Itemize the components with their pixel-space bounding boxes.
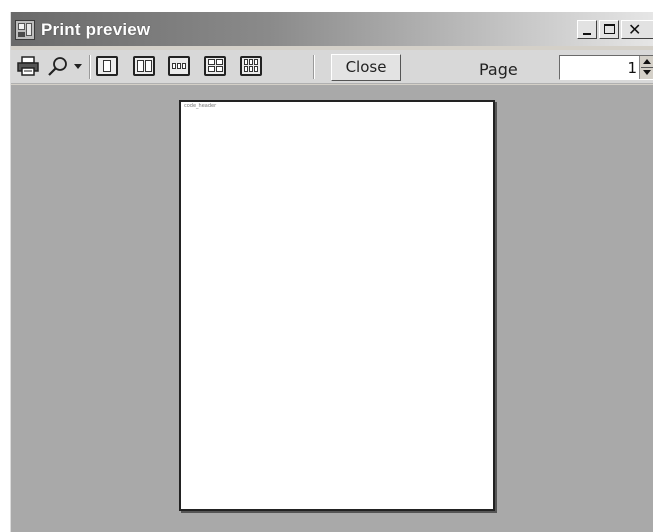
three-pages-button[interactable]: [168, 56, 190, 76]
page-header-text: code_header: [184, 103, 217, 109]
four-pages-button[interactable]: [204, 56, 226, 76]
app-print-preview-icon[interactable]: [15, 20, 35, 40]
print-preview-window: Print preview ✕ Close Page 1 code_header: [10, 12, 653, 532]
two-pages-button[interactable]: [133, 56, 155, 76]
minimize-icon: [583, 33, 591, 35]
preview-area[interactable]: code_header: [11, 85, 653, 532]
toolbar-separator: [89, 55, 91, 79]
preview-page: code_header: [179, 100, 495, 511]
spin-up-icon[interactable]: [643, 59, 651, 64]
one-page-button[interactable]: [96, 56, 118, 76]
close-button[interactable]: Close: [331, 54, 401, 81]
zoom-dropdown-arrow-icon[interactable]: [74, 64, 82, 69]
spin-down-icon[interactable]: [643, 70, 651, 75]
maximize-button[interactable]: [599, 20, 619, 39]
toolbar-separator: [313, 55, 315, 79]
page-number-value[interactable]: 1: [627, 59, 637, 77]
magnifier-icon[interactable]: [47, 56, 69, 76]
page-label: Page: [479, 60, 518, 79]
window-close-button[interactable]: ✕: [621, 20, 653, 39]
six-pages-button[interactable]: [240, 56, 262, 76]
spinner-arrows[interactable]: [639, 56, 653, 79]
page-number-spinner[interactable]: 1: [559, 55, 653, 80]
preview-toolbar: Close Page 1: [11, 50, 653, 84]
maximize-icon: [604, 24, 615, 34]
minimize-button[interactable]: [577, 20, 597, 39]
printer-icon[interactable]: [17, 56, 39, 76]
title-bar[interactable]: Print preview ✕: [11, 12, 653, 46]
close-icon: ✕: [628, 22, 642, 39]
window-title: Print preview: [41, 20, 151, 39]
